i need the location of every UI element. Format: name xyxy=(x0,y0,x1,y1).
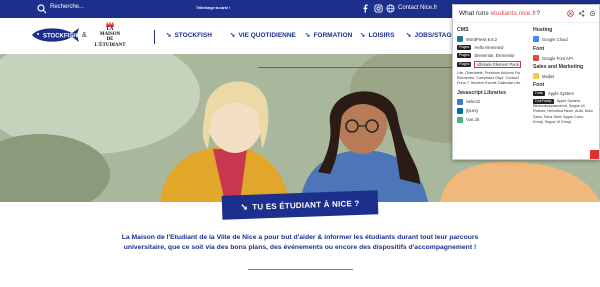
logo-fish-text: STOCKFISH xyxy=(43,34,78,40)
google-fonts-icon xyxy=(533,55,539,61)
tech-hello-elementor[interactable]: Plugins Hello elementor xyxy=(457,45,527,50)
nav-item-loisirs[interactable]: ➘ LOISIRS xyxy=(360,31,394,39)
arrow-icon: ➘ xyxy=(230,32,236,39)
tech-wordpress[interactable]: WordPress 6.8.2 xyxy=(457,36,527,42)
tech-google-cloud[interactable]: Google Cloud xyxy=(533,36,599,42)
logo-ampersand: & xyxy=(82,32,87,39)
search-input[interactable]: Recherche... xyxy=(50,4,84,10)
tech-select2[interactable]: Select2 xyxy=(457,98,527,105)
student-cta-banner[interactable]: ➘ TU ES ÉTUDIANT À NICE ? xyxy=(221,190,379,220)
facebook-icon[interactable] xyxy=(361,4,370,13)
share-icon[interactable] xyxy=(578,10,585,17)
nav-item-vie-quotidienne[interactable]: ➘ VIE QUOTIDIENNE xyxy=(230,31,296,39)
fonts-tag: Fonts xyxy=(533,91,545,96)
highlight-connector xyxy=(258,67,454,68)
popup-left-column: CMS WordPress 6.8.2 Plugins Hello element… xyxy=(457,27,527,126)
tech-mailjet[interactable]: Mailjet xyxy=(533,73,599,79)
mailjet-icon xyxy=(533,73,539,79)
arrow-icon: ➘ xyxy=(240,201,249,212)
stockfish-logo[interactable]: STOCKFISH xyxy=(30,25,80,45)
google-cloud-icon xyxy=(533,36,539,42)
intro-text: La Maison de l'Etudiant de la Ville de N… xyxy=(121,234,479,251)
popup-domain: etudiants.nice.fr xyxy=(490,10,537,17)
settings-icon[interactable] xyxy=(589,10,596,17)
globe-icon[interactable] xyxy=(386,4,395,13)
tech-jquery[interactable]: jQuery xyxy=(457,107,527,114)
tech-apple-system[interactable]: Fonts Apple System xyxy=(533,91,599,96)
select2-icon xyxy=(457,98,463,105)
section-font-2: Font xyxy=(533,82,545,88)
plugin-list: Lite, Orientable, Premium Addons For Ele… xyxy=(457,71,521,86)
font-family-list: Font Family Apple System, Blinkmacsystemf… xyxy=(533,99,593,124)
tech-elementor[interactable]: Plugins Elementor, Elementor xyxy=(457,53,527,58)
section-font: Font xyxy=(533,46,545,52)
nice-fr-link[interactable]: Nice.fr xyxy=(420,5,437,11)
whatruns-popup: What runs etudiants.nice.fr? CMS WordPre… xyxy=(452,4,600,160)
tech-vuejs[interactable]: Vue.JS xyxy=(457,116,527,123)
close-circle-icon[interactable] xyxy=(567,10,574,17)
section-hosting: Hosting xyxy=(533,27,553,33)
search-icon[interactable] xyxy=(37,4,47,14)
section-cms: CMS xyxy=(457,27,469,33)
section-divider xyxy=(248,269,353,270)
arrow-icon: ➘ xyxy=(360,32,366,39)
tech-google-font-api[interactable]: Google Font API xyxy=(533,55,599,61)
instagram-icon[interactable] xyxy=(374,4,383,13)
popup-right-column: Hosting Google Cloud Font Google Font AP… xyxy=(533,27,599,125)
tech-ultimate-element-pack[interactable]: Plugins Ultimate Element Pack xyxy=(457,61,527,68)
whatruns-badge-icon[interactable] xyxy=(590,150,599,159)
jquery-icon xyxy=(457,107,463,114)
logo-maison-text: LA MAISON DE L'ÉTUDIANT xyxy=(94,27,126,48)
nav-item-stockfish[interactable]: ➘ STOCKFISH xyxy=(166,31,212,39)
vue-icon xyxy=(457,116,463,123)
arrow-icon: ➘ xyxy=(406,32,412,39)
section-javascript: Javascript Libraries xyxy=(457,89,507,96)
arrow-icon: ➘ xyxy=(305,32,311,39)
popup-header: What runs etudiants.nice.fr? xyxy=(453,5,599,23)
contact-link[interactable]: Contact xyxy=(398,5,419,11)
nav-separator xyxy=(154,30,155,44)
plugins-tag: Plugins xyxy=(457,45,472,50)
plugins-tag: Plugins xyxy=(457,53,472,58)
popup-title: What runs etudiants.nice.fr? xyxy=(459,10,540,17)
maison-etudiant-logo[interactable]: LA MAISON DE L'ÉTUDIANT xyxy=(90,21,130,51)
highlighted-plugin: Ultimate Element Pack xyxy=(474,61,521,68)
plugins-tag: Plugins xyxy=(457,62,472,67)
section-sales-marketing: Sales and Marketing xyxy=(533,64,584,70)
wordpress-icon xyxy=(457,36,463,42)
promo-link[interactable]: Télécharge ta carte ! xyxy=(196,6,230,10)
cta-label: TU ES ÉTUDIANT À NICE ? xyxy=(252,198,360,212)
arrow-icon: ➘ xyxy=(166,32,172,39)
nav-item-formation[interactable]: ➘ FORMATION xyxy=(305,31,352,39)
